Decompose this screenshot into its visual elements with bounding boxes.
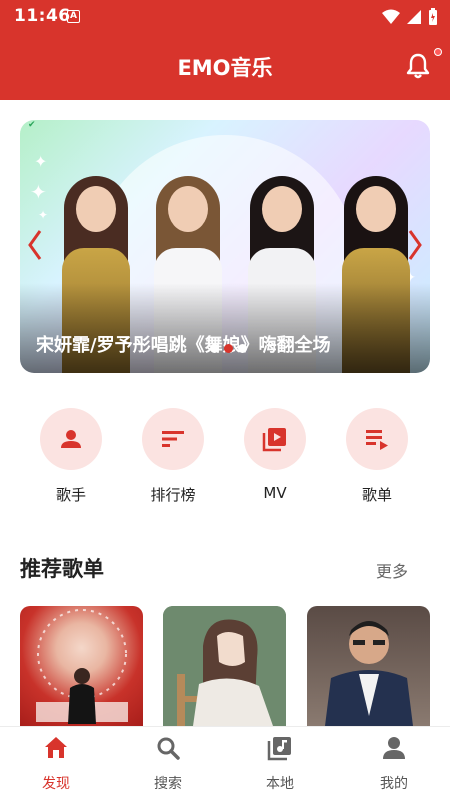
sparkle-icon: ✦ (30, 180, 47, 204)
chevron-left-icon[interactable] (26, 228, 44, 262)
nav-item-discover[interactable]: 发现 (0, 735, 112, 793)
quick-link-circle (40, 408, 102, 470)
playlist-cover[interactable] (163, 606, 286, 726)
video-library-icon (262, 428, 286, 452)
status-time: 11:46 (14, 6, 71, 26)
cover-art-portrait (325, 621, 413, 726)
quick-link-circle (346, 408, 408, 470)
playlist-covers (20, 606, 430, 726)
bottom-nav: 发现 搜索 本地 我的 (0, 726, 450, 800)
quick-link-label: 排行榜 (150, 486, 196, 504)
carousel-dot[interactable] (210, 344, 219, 353)
sparkle-icon: ✦ (34, 152, 48, 171)
quick-link-label: 歌手 (55, 486, 86, 504)
cover-art-illustration (163, 606, 286, 726)
notification-a-icon: A (67, 10, 80, 23)
section-title: 推荐歌单 (20, 557, 104, 581)
playlist-cover[interactable] (307, 606, 430, 726)
quick-link-circle (244, 408, 306, 470)
sparkle-icon: ✦ (38, 208, 49, 222)
carousel-dot[interactable] (238, 344, 247, 353)
nav-label: 搜索 (154, 776, 182, 792)
status-bar: 11:46 A (0, 0, 450, 34)
quick-link-chart[interactable]: 排行榜 (128, 408, 218, 505)
account-icon (383, 737, 405, 759)
cover-art-singer (36, 609, 128, 724)
app-bar: EMO音乐 (0, 34, 450, 100)
carousel-dots (210, 344, 247, 353)
playlist-cover[interactable] (20, 606, 143, 726)
nav-item-search[interactable]: 搜索 (112, 735, 224, 793)
nav-label: 我的 (380, 776, 408, 792)
nav-label: 本地 (266, 776, 294, 792)
quick-link-circle (142, 408, 204, 470)
quick-link-label: 歌单 (361, 486, 392, 504)
quick-link-singer[interactable]: 歌手 (26, 408, 116, 505)
home-icon (45, 737, 67, 758)
banner-carousel[interactable]: ✔ ✦ ✦ ✦ ✦ 宋妍霏/罗予彤唱跳《舞娘》嗨翻全场 (20, 120, 430, 373)
nav-item-local[interactable]: 本地 (224, 735, 336, 793)
status-icons (382, 8, 438, 26)
quick-link-playlist[interactable]: 歌单 (332, 408, 422, 505)
chevron-right-icon[interactable] (406, 228, 424, 262)
quick-link-label: MV (263, 484, 287, 502)
banner-logo: ✔ (28, 120, 36, 130)
notification-badge (434, 48, 442, 56)
banner-shade (20, 283, 430, 373)
music-library-icon (267, 737, 291, 761)
app-title: EMO音乐 (177, 56, 273, 80)
sort-icon (162, 431, 184, 447)
signal-icon (407, 10, 421, 24)
battery-icon (429, 8, 437, 25)
notification-bell-icon[interactable] (404, 52, 432, 80)
nav-item-mine[interactable]: 我的 (338, 735, 450, 793)
quick-links: 歌手 排行榜 MV 歌单 (0, 408, 450, 518)
nav-label: 发现 (42, 776, 70, 792)
search-icon (157, 737, 180, 760)
quick-link-mv[interactable]: MV (230, 408, 320, 502)
banner-caption: 宋妍霏/罗予彤唱跳《舞娘》嗨翻全场 (36, 335, 331, 356)
wifi-icon (382, 9, 400, 24)
carousel-dot-active[interactable] (224, 344, 233, 353)
more-link[interactable]: 更多 (376, 558, 408, 582)
playlist-play-icon (366, 430, 388, 450)
person-icon (61, 430, 81, 448)
